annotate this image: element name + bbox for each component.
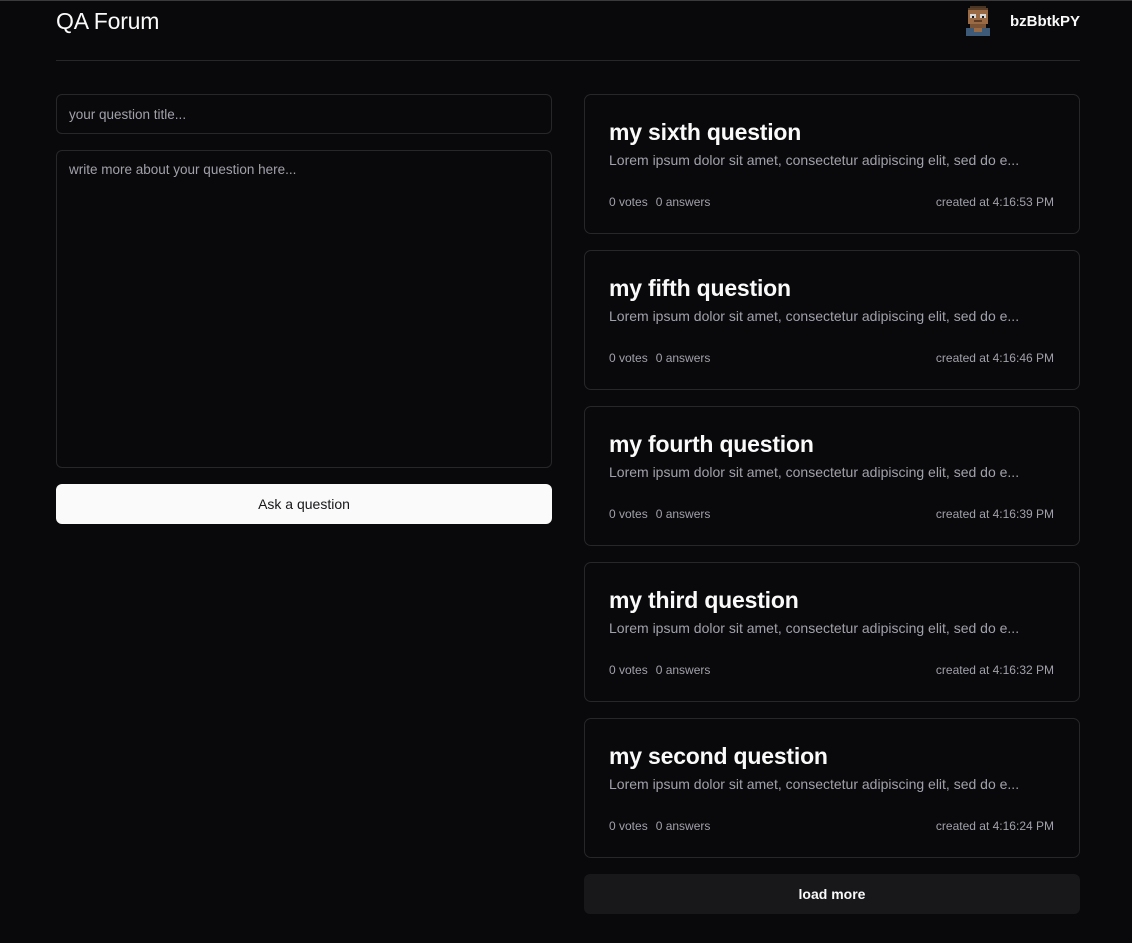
question-stats: 0 votes 0 answers <box>609 195 710 209</box>
pixel-avatar-icon[interactable] <box>964 6 992 36</box>
question-excerpt: Lorem ipsum dolor sit amet, consectetur … <box>609 464 1020 480</box>
ask-question-button[interactable]: Ask a question <box>56 484 552 524</box>
question-stats: 0 votes 0 answers <box>609 819 710 833</box>
created-timestamp: created at 4:16:46 PM <box>935 351 1054 365</box>
question-card[interactable]: my third question Lorem ipsum dolor sit … <box>584 562 1080 702</box>
created-timestamp: created at 4:16:53 PM <box>935 195 1054 209</box>
question-card[interactable]: my sixth question Lorem ipsum dolor sit … <box>584 94 1080 234</box>
question-card[interactable]: my second question Lorem ipsum dolor sit… <box>584 718 1080 858</box>
vote-count: 0 votes <box>609 663 648 677</box>
created-timestamp: created at 4:16:32 PM <box>935 663 1054 677</box>
question-stats: 0 votes 0 answers <box>609 351 710 365</box>
vote-count: 0 votes <box>609 507 648 521</box>
load-more-button[interactable]: load more <box>584 874 1080 914</box>
question-card[interactable]: my fifth question Lorem ipsum dolor sit … <box>584 250 1080 390</box>
site-header: QA Forum bzBbtkPY <box>56 0 1080 61</box>
question-title[interactable]: my fourth question <box>609 431 814 458</box>
question-stats: 0 votes 0 answers <box>609 663 710 677</box>
username[interactable]: bzBbtkPY <box>1010 13 1080 30</box>
question-card[interactable]: my fourth question Lorem ipsum dolor sit… <box>584 406 1080 546</box>
question-title[interactable]: my second question <box>609 743 828 770</box>
question-body-textarea[interactable] <box>56 150 552 468</box>
vote-count: 0 votes <box>609 195 648 209</box>
question-stats: 0 votes 0 answers <box>609 507 710 521</box>
question-title-input[interactable] <box>56 94 552 134</box>
question-title[interactable]: my fifth question <box>609 275 791 302</box>
question-list: my sixth question Lorem ipsum dolor sit … <box>584 94 1080 914</box>
question-excerpt: Lorem ipsum dolor sit amet, consectetur … <box>609 152 1020 168</box>
answer-count: 0 answers <box>655 663 711 677</box>
question-excerpt: Lorem ipsum dolor sit amet, consectetur … <box>609 308 1020 324</box>
answer-count: 0 answers <box>655 819 711 833</box>
vote-count: 0 votes <box>609 819 648 833</box>
created-timestamp: created at 4:16:39 PM <box>935 507 1054 521</box>
ask-question-form: Ask a question <box>56 94 552 524</box>
vote-count: 0 votes <box>609 351 648 365</box>
created-timestamp: created at 4:16:24 PM <box>935 819 1054 833</box>
answer-count: 0 answers <box>655 507 711 521</box>
question-title[interactable]: my third question <box>609 587 799 614</box>
answer-count: 0 answers <box>655 351 711 365</box>
answer-count: 0 answers <box>655 195 711 209</box>
question-excerpt: Lorem ipsum dolor sit amet, consectetur … <box>609 620 1020 636</box>
question-excerpt: Lorem ipsum dolor sit amet, consectetur … <box>609 776 1020 792</box>
app-title[interactable]: QA Forum <box>56 8 159 35</box>
user-menu[interactable]: bzBbtkPY <box>964 6 1080 36</box>
question-title[interactable]: my sixth question <box>609 119 801 146</box>
